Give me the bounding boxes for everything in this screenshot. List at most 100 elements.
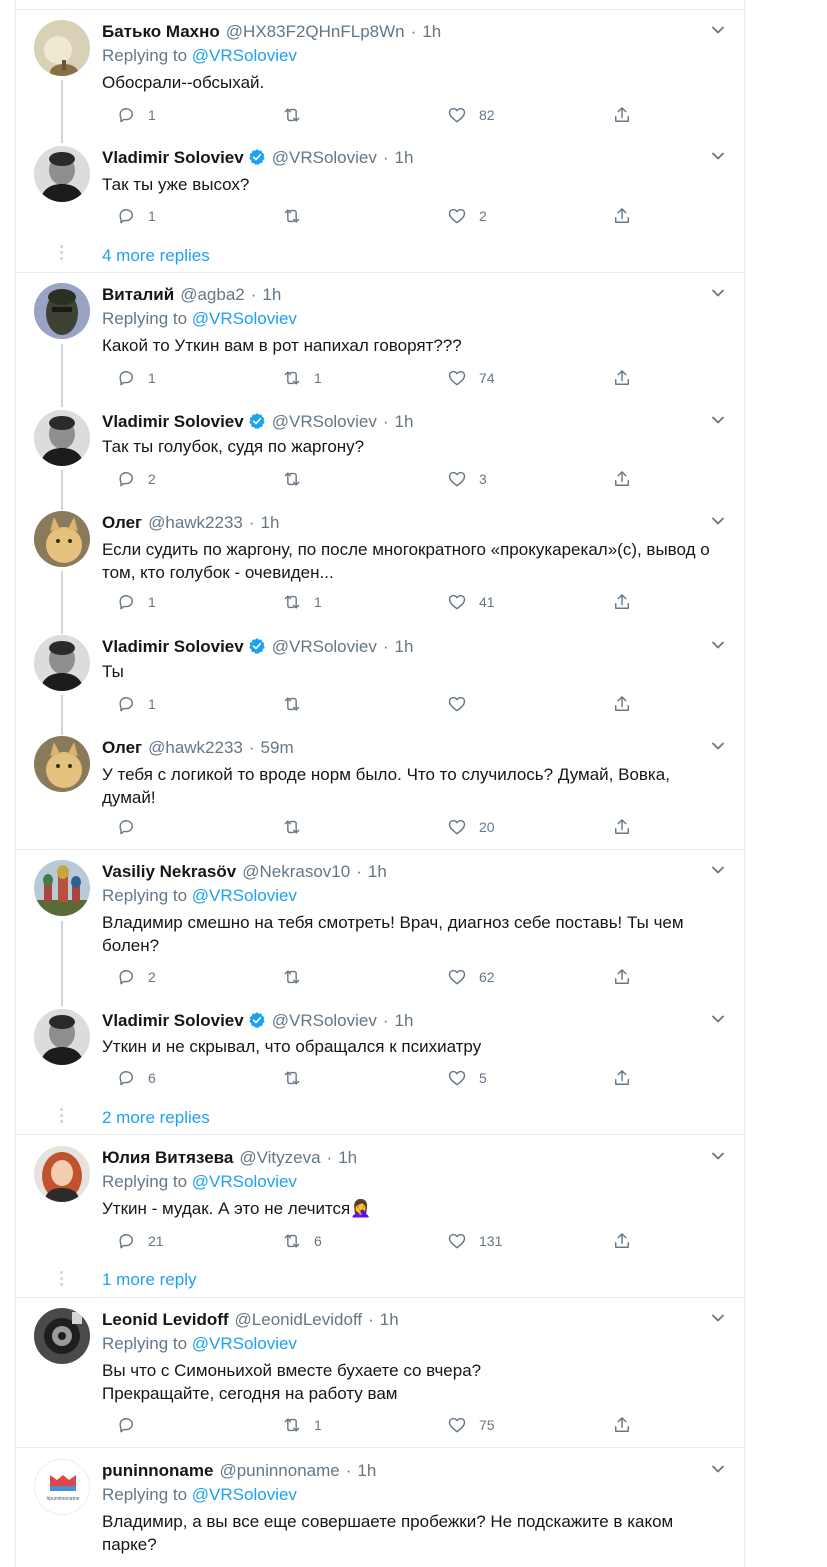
reply-button[interactable]	[116, 1415, 148, 1435]
share-button[interactable]	[612, 105, 632, 125]
author-name[interactable]: Олег	[102, 738, 142, 757]
share-button[interactable]	[612, 817, 632, 837]
reply-button[interactable]: 1	[116, 105, 156, 125]
author-handle[interactable]: @HX83F2QHnFLp8Wn	[226, 22, 405, 41]
chevron-down-icon[interactable]	[710, 22, 726, 38]
retweet-button[interactable]	[282, 817, 314, 837]
like-button[interactable]: 62	[447, 967, 495, 987]
author-name[interactable]: Vladimir Soloviev	[102, 637, 244, 656]
author-handle[interactable]: @puninnoname	[219, 1461, 339, 1480]
mention-link[interactable]: @VRSoloviev	[192, 1172, 297, 1191]
share-button[interactable]	[612, 967, 632, 987]
retweet-button[interactable]	[282, 694, 314, 714]
avatar[interactable]	[34, 146, 90, 202]
reply-button[interactable]: 1	[116, 694, 156, 714]
author-name[interactable]: Vladimir Soloviev	[102, 412, 244, 431]
timestamp[interactable]: 1h	[368, 862, 387, 881]
avatar[interactable]: #puninnoname	[34, 1459, 90, 1515]
avatar[interactable]	[34, 736, 90, 792]
like-button[interactable]: 131	[447, 1231, 502, 1251]
avatar[interactable]	[34, 1308, 90, 1364]
author-handle[interactable]: @LeonidLevidoff	[235, 1310, 363, 1329]
chevron-down-icon[interactable]	[710, 412, 726, 428]
avatar[interactable]	[34, 283, 90, 339]
share-button[interactable]	[612, 1415, 632, 1435]
share-button[interactable]	[612, 694, 632, 714]
retweet-button[interactable]: 1	[282, 1415, 322, 1435]
like-button[interactable]: 41	[447, 592, 495, 612]
author-handle[interactable]: @VRSoloviev	[272, 637, 377, 656]
author-handle[interactable]: @hawk2233	[148, 513, 243, 532]
like-button[interactable]: 82	[447, 105, 495, 125]
author-name[interactable]: Батько Махно	[102, 22, 220, 41]
show-more-replies-link[interactable]: 1 more reply	[102, 1269, 196, 1291]
author-handle[interactable]: @agba2	[180, 285, 245, 304]
chevron-down-icon[interactable]	[710, 513, 726, 529]
author-handle[interactable]: @Vityzeva	[239, 1148, 320, 1167]
chevron-down-icon[interactable]	[710, 285, 726, 301]
share-button[interactable]	[612, 368, 632, 388]
author-name[interactable]: Юлия Витязева	[102, 1148, 233, 1167]
like-button[interactable]: 20	[447, 817, 495, 837]
chevron-down-icon[interactable]	[710, 148, 726, 164]
retweet-button[interactable]: 1	[282, 368, 322, 388]
author-handle[interactable]: @VRSoloviev	[272, 148, 377, 167]
share-button[interactable]	[612, 206, 632, 226]
retweet-button[interactable]: 6	[282, 1231, 322, 1251]
timestamp[interactable]: 1h	[395, 412, 414, 431]
timestamp[interactable]: 1h	[338, 1148, 357, 1167]
author-name[interactable]: Олег	[102, 513, 142, 532]
like-button[interactable]: 74	[447, 368, 495, 388]
timestamp[interactable]: 1h	[395, 1011, 414, 1030]
avatar[interactable]	[34, 635, 90, 691]
share-button[interactable]	[612, 592, 632, 612]
share-button[interactable]	[612, 1068, 632, 1088]
like-button[interactable]: 75	[447, 1415, 495, 1435]
chevron-down-icon[interactable]	[710, 738, 726, 754]
reply-button[interactable]: 1	[116, 592, 156, 612]
author-name[interactable]: Vladimir Soloviev	[102, 1011, 244, 1030]
chevron-down-icon[interactable]	[710, 637, 726, 653]
chevron-down-icon[interactable]	[710, 1310, 726, 1326]
timestamp[interactable]: 59m	[261, 738, 294, 757]
retweet-button[interactable]	[282, 1068, 314, 1088]
reply-button[interactable]: 6	[116, 1068, 156, 1088]
timestamp[interactable]: 1h	[262, 285, 281, 304]
like-button[interactable]: 3	[447, 469, 487, 489]
avatar[interactable]	[34, 511, 90, 567]
author-name[interactable]: Leonid Levidoff	[102, 1310, 229, 1329]
author-handle[interactable]: @VRSoloviev	[272, 412, 377, 431]
like-button[interactable]: 5	[447, 1068, 487, 1088]
chevron-down-icon[interactable]	[710, 862, 726, 878]
reply-button[interactable]	[116, 817, 148, 837]
author-name[interactable]: puninnoname	[102, 1461, 213, 1480]
author-handle[interactable]: @Nekrasov10	[242, 862, 350, 881]
retweet-button[interactable]	[282, 469, 314, 489]
show-more-replies-link[interactable]: 4 more replies	[102, 245, 210, 267]
like-button[interactable]	[447, 694, 479, 714]
timestamp[interactable]: 1h	[422, 22, 441, 41]
timestamp[interactable]: 1h	[357, 1461, 376, 1480]
chevron-down-icon[interactable]	[710, 1148, 726, 1164]
mention-link[interactable]: @VRSoloviev	[192, 1334, 297, 1353]
timestamp[interactable]: 1h	[261, 513, 280, 532]
share-button[interactable]	[612, 469, 632, 489]
retweet-button[interactable]	[282, 206, 314, 226]
reply-button[interactable]: 2	[116, 469, 156, 489]
author-name[interactable]: Vladimir Soloviev	[102, 148, 244, 167]
avatar[interactable]	[34, 20, 90, 76]
retweet-button[interactable]: 1	[282, 592, 322, 612]
avatar[interactable]	[34, 410, 90, 466]
mention-link[interactable]: @VRSoloviev	[192, 309, 297, 328]
show-more-replies-link[interactable]: 2 more replies	[102, 1107, 210, 1129]
mention-link[interactable]: @VRSoloviev	[192, 46, 297, 65]
chevron-down-icon[interactable]	[710, 1461, 726, 1477]
author-handle[interactable]: @hawk2233	[148, 738, 243, 757]
reply-button[interactable]: 2	[116, 967, 156, 987]
avatar[interactable]	[34, 860, 90, 916]
chevron-down-icon[interactable]	[710, 1011, 726, 1027]
timestamp[interactable]: 1h	[395, 637, 414, 656]
avatar[interactable]	[34, 1009, 90, 1065]
mention-link[interactable]: @VRSoloviev	[192, 1485, 297, 1504]
retweet-button[interactable]	[282, 105, 314, 125]
